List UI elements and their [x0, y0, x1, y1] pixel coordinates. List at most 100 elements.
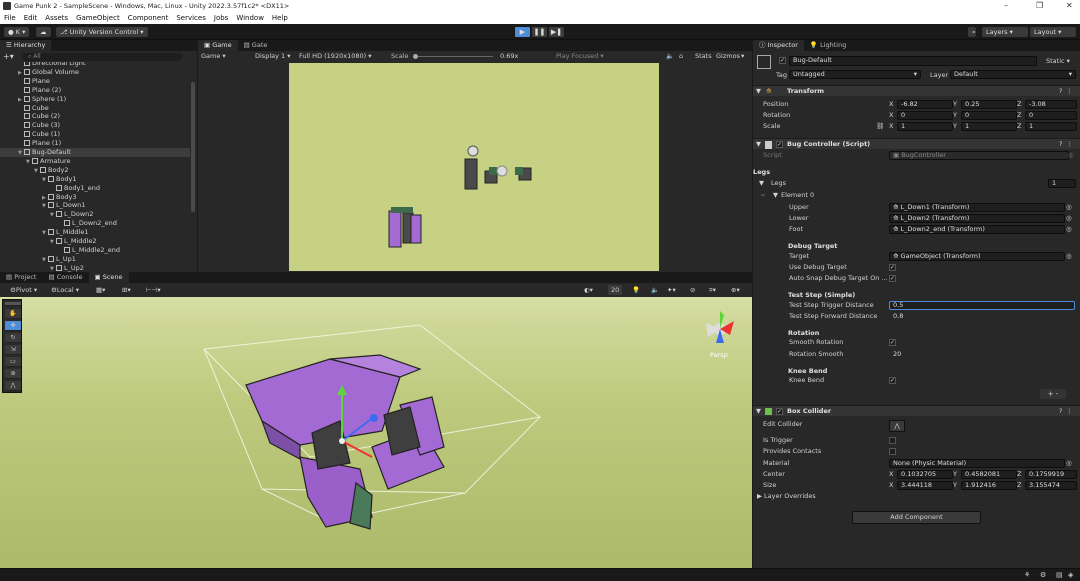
lighting-icon[interactable]: 💡	[632, 283, 640, 297]
hierarchy-item[interactable]: ▼ L_Middle1	[0, 228, 190, 237]
hierarchy-item[interactable]: Plane	[0, 77, 190, 86]
forward-distance-field[interactable]: 0.8	[889, 312, 1075, 321]
help-icon[interactable]: ?	[1059, 86, 1062, 97]
transform-tool-icon[interactable]: ⊛	[5, 369, 21, 379]
material-field[interactable]: None (Physic Material)	[889, 459, 1065, 468]
hierarchy-search-input[interactable]: ⌕ All	[22, 53, 182, 61]
tab-game[interactable]: ▣ Game	[198, 40, 238, 51]
step-button[interactable]: ▶❚	[549, 27, 564, 37]
object-picker-icon[interactable]: ◎	[1066, 251, 1072, 262]
hierarchy-item[interactable]: Cube (3)	[0, 121, 190, 130]
hierarchy-item[interactable]: ▶ Body3	[0, 193, 190, 202]
scene-viewport[interactable]: Persp ✋ ✥ ↻ ⇲ ▭ ⊛ ⋀	[0, 297, 752, 568]
hidden-objects-icon[interactable]: ⊘	[690, 283, 695, 297]
link-scale-icon[interactable]: ⛓	[876, 121, 884, 132]
provides-contacts-checkbox[interactable]	[889, 448, 896, 455]
foldout-arrow-icon[interactable]: ▼	[756, 86, 761, 97]
hand-tool-icon[interactable]: ✋	[5, 309, 21, 319]
grid-snap-icon[interactable]: ▦▾	[96, 283, 105, 297]
foldout-arrow-icon[interactable]: ▼	[756, 406, 761, 417]
object-picker-icon[interactable]: ◎	[1066, 213, 1072, 224]
hierarchy-item[interactable]: ▼ L_Down1	[0, 201, 190, 210]
knee-bend-checkbox[interactable]: ✓	[889, 377, 896, 384]
menu-help[interactable]: Help	[272, 14, 288, 22]
transform-header[interactable]: ▼ ⟰ Transform ? ⋮	[753, 85, 1080, 96]
play-focused-dropdown[interactable]: Play Focused ▾	[556, 51, 604, 62]
bug-report-icon[interactable]: ⚘	[1024, 571, 1030, 579]
play-button[interactable]: ▶	[515, 27, 530, 37]
center-x-field[interactable]: 0.1032705	[897, 470, 953, 479]
hierarchy-item[interactable]: ▶ Global Volume	[0, 68, 190, 77]
drag-handle-icon[interactable]: ═	[761, 190, 765, 201]
menu-jobs[interactable]: Jobs	[214, 14, 228, 22]
legs-count-field[interactable]: 1	[1048, 179, 1076, 188]
minimize-button[interactable]: –	[1004, 1, 1008, 10]
hierarchy-item[interactable]: Cube (1)	[0, 130, 190, 139]
hierarchy-item[interactable]: ▼ Armature	[0, 157, 190, 166]
component-menu-icon[interactable]: ⋮	[1066, 139, 1073, 150]
rotation-smooth-field[interactable]: 20	[889, 350, 1075, 359]
center-z-field[interactable]: 0.1759919	[1025, 470, 1077, 479]
search-icon[interactable]: ⌕	[968, 27, 976, 37]
center-y-field[interactable]: 0.4582081	[961, 470, 1017, 479]
vr-icon[interactable]: ⌂	[679, 51, 683, 62]
hierarchy-item[interactable]: Plane (1)	[0, 139, 190, 148]
grid-size-toggle[interactable]: 20	[608, 285, 623, 295]
maximize-button[interactable]: ❐	[1036, 1, 1043, 10]
hierarchy-item[interactable]: L_Down2_end	[0, 219, 190, 228]
scale-z-field[interactable]: 1	[1025, 122, 1077, 131]
legs-foldout-icon[interactable]: ▼	[759, 178, 764, 189]
help-icon[interactable]: ?	[1059, 406, 1062, 417]
menu-services[interactable]: Services	[176, 14, 206, 22]
hierarchy-item[interactable]: ▼ L_Up1	[0, 255, 190, 264]
smooth-rotation-checkbox[interactable]: ✓	[889, 339, 896, 346]
layer-overrides-foldout-icon[interactable]: ▶	[757, 491, 762, 502]
lower-field[interactable]: ⟰ L_Down2 (Transform)	[889, 214, 1065, 223]
component-menu-icon[interactable]: ⋮	[1066, 406, 1073, 417]
rotation-x-field[interactable]: 0	[897, 111, 953, 120]
scale-x-field[interactable]: 1	[897, 122, 953, 131]
bug-controller-enabled-checkbox[interactable]: ✓	[776, 141, 783, 148]
position-x-field[interactable]: -6.82	[897, 100, 953, 109]
game-viewport[interactable]	[289, 63, 659, 271]
edit-collider-button[interactable]: ⋀	[889, 420, 905, 432]
progress-icon[interactable]: ▤	[1056, 571, 1063, 579]
list-add-remove-buttons[interactable]: + -	[1040, 389, 1066, 399]
use-debug-checkbox[interactable]: ✓	[889, 264, 896, 271]
menu-edit[interactable]: Edit	[24, 14, 38, 22]
active-checkbox[interactable]: ✓	[779, 57, 786, 64]
tab-lighting[interactable]: 💡 Lighting	[804, 40, 852, 51]
rect-tool-icon[interactable]: ▭	[5, 357, 21, 367]
tag-dropdown[interactable]: Untagged ▾	[789, 70, 921, 79]
snap-increment-icon[interactable]: ⊞▾	[122, 283, 131, 297]
ruler-icon[interactable]: ⊢⊣▾	[146, 283, 161, 297]
hierarchy-item[interactable]: Cube	[0, 104, 190, 113]
menu-gameobject[interactable]: GameObject	[76, 14, 120, 22]
bug-controller-header[interactable]: ▼ ✓ Bug Controller (Script) ? ⋮	[753, 138, 1080, 149]
element-0-row[interactable]: ═ ▼ Element 0	[753, 190, 1080, 201]
object-picker-icon[interactable]: ◎	[1066, 224, 1072, 235]
hierarchy-item[interactable]: ▼ L_Down2	[0, 210, 190, 219]
hierarchy-item[interactable]: ▼ Bug-Default	[0, 148, 190, 157]
help-icon[interactable]: ?	[1059, 139, 1062, 150]
hierarchy-item[interactable]: ▶ Sphere (1)	[0, 95, 190, 104]
add-icon[interactable]: +▾	[3, 52, 14, 61]
audio-icon[interactable]: 🔈	[651, 283, 659, 297]
scale-tool-icon[interactable]: ⇲	[5, 345, 21, 355]
size-x-field[interactable]: 3.444118	[897, 481, 953, 490]
camera-icon[interactable]: ⌗▾	[709, 283, 716, 297]
position-z-field[interactable]: -3.08	[1025, 100, 1077, 109]
object-name-field[interactable]: Bug-Default	[789, 56, 1037, 66]
display-dropdown[interactable]: Display 1 ▾	[255, 51, 291, 62]
menu-window[interactable]: Window	[236, 14, 264, 22]
size-z-field[interactable]: 3.155474	[1025, 481, 1077, 490]
local-dropdown[interactable]: ⚙Local ▾	[51, 283, 79, 297]
trigger-distance-field[interactable]: 0.5	[889, 301, 1075, 310]
layer-overrides-row[interactable]: ▶ Layer Overrides	[753, 491, 1080, 502]
add-component-button[interactable]: Add Component	[852, 511, 981, 524]
hierarchy-item[interactable]: L_Middle2_end	[0, 246, 190, 255]
hierarchy-item[interactable]: ▼ L_Up2	[0, 264, 190, 272]
effects-icon[interactable]: ✦▾	[667, 283, 676, 297]
draw-mode-icon[interactable]: ◐▾	[584, 283, 593, 297]
resolution-dropdown[interactable]: Full HD (1920x1080) ▾	[299, 51, 372, 62]
